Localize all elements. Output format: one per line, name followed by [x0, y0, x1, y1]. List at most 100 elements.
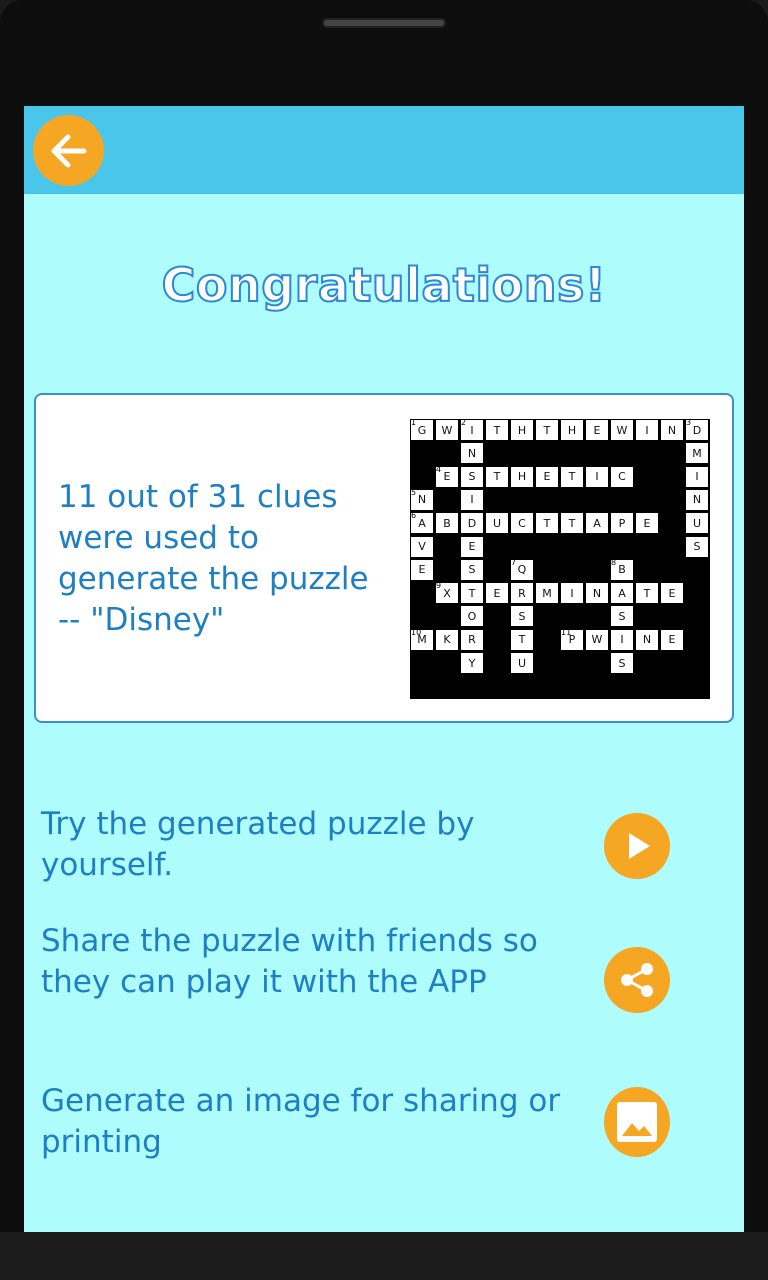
crossword-cell: E [635, 512, 659, 535]
play-button[interactable] [604, 813, 670, 879]
crossword-cell: N [585, 582, 609, 605]
crossword-cell: D [460, 512, 484, 535]
crossword-cell: H [560, 419, 584, 441]
crossword-cell: I2 [460, 418, 484, 441]
cell-letter: N [692, 493, 702, 507]
crossword-cell: I [560, 582, 584, 605]
crossword-cell: P 11 [560, 628, 584, 651]
crossword-cell: E [485, 582, 509, 605]
cell-letter: Q [517, 563, 527, 577]
crossword-cell: S [510, 605, 534, 628]
clue-number: 3 [686, 418, 692, 427]
arrow-left-icon [51, 134, 86, 167]
crossword-cell: K [435, 628, 459, 651]
cell-letter: A [618, 586, 626, 600]
clue-number: 9 [436, 581, 442, 591]
cell-letter: E [543, 470, 551, 484]
cell-letter: M [692, 446, 702, 460]
cell-letter: G [417, 423, 427, 437]
share-puzzle-text: Share the puzzle with friends so they ca… [41, 923, 538, 1000]
crossword-cell: N [460, 442, 484, 465]
cell-letter: R [518, 586, 526, 600]
cell-letter: A [418, 516, 426, 530]
crossword-cell: E4 [435, 464, 459, 488]
cell-letter: S [518, 609, 526, 623]
cell-letter: U [492, 516, 502, 530]
crossword-cell: W [610, 419, 634, 441]
clue-number: 10 [411, 627, 422, 637]
crossword-cell: S [460, 465, 484, 488]
cell-letter: O [467, 609, 477, 623]
crossword-cell: T [535, 512, 559, 535]
crossword-cell: C [510, 512, 534, 535]
cell-letter: E [643, 516, 651, 530]
cell-letter: I [620, 633, 624, 647]
app-bar [24, 106, 744, 194]
crossword-cell: U [510, 652, 534, 674]
share-icon [621, 963, 653, 997]
crossword-cell: T [560, 512, 584, 535]
image-button[interactable] [604, 1087, 670, 1157]
cell-letter: C [618, 470, 626, 484]
crossword-cell: W [435, 419, 459, 441]
cell-letter: R [468, 633, 476, 647]
app-screen: Congratulations! 11 out of 31 clues were… [24, 106, 744, 1232]
crossword-cell: E [660, 582, 684, 605]
clue-number: 4 [436, 464, 442, 474]
crossword-cell: B [435, 512, 459, 535]
crossword-cell: D3 [685, 418, 709, 441]
crossword-cell: N [660, 419, 684, 441]
back-button[interactable] [33, 115, 104, 186]
cell-letter: S [468, 470, 476, 484]
cell-letter: E [468, 540, 476, 553]
crossword-cell: E [585, 419, 609, 441]
crossword-cell: I [635, 419, 659, 441]
crossword-cell: R [510, 582, 534, 605]
image-icon [617, 1102, 657, 1142]
cell-letter: D [467, 516, 477, 530]
crossword-cell: M [535, 582, 559, 605]
clue-number: 1 [411, 418, 417, 427]
puzzle-summary-card: 11 out of 31 clues were used to generate… [34, 393, 734, 723]
cell-letter: I [695, 470, 699, 484]
bottom-bezel [0, 1232, 768, 1280]
crossword-cell: U [685, 512, 709, 535]
crossword-cell: S [610, 652, 634, 674]
crossword-cell: B8 [610, 558, 634, 581]
try-puzzle-text: Try the generated puzzle by yourself. [41, 806, 475, 883]
cell-letter: I [595, 470, 599, 484]
cell-letter: N [642, 633, 652, 647]
crossword-cell: I [610, 628, 634, 651]
crossword-cell: S [685, 535, 709, 558]
crossword-cell: R [460, 628, 484, 651]
cell-letter: T [643, 586, 651, 600]
cell-letter: U [692, 516, 702, 530]
cell-letter: E [493, 586, 501, 600]
clue-number: 6 [411, 511, 417, 521]
cell-letter: N [667, 423, 677, 437]
cell-letter: B [443, 516, 451, 530]
cell-letter: H [517, 423, 527, 437]
crossword-cell: A [610, 582, 634, 605]
clue-number: 7 [511, 557, 517, 567]
page-title: Congratulations! [161, 257, 607, 313]
cell-letter: E [668, 633, 676, 647]
cell-letter: T [568, 516, 576, 530]
cell-letter: S [468, 563, 476, 577]
cell-letter: E [668, 586, 676, 600]
cell-letter: C [518, 516, 526, 530]
crossword-cell: C [610, 465, 634, 488]
crossword-cell: X9 [435, 581, 459, 605]
speaker-grille [322, 18, 446, 28]
crossword-cell: N [635, 628, 659, 651]
crossword-cell: T [485, 465, 509, 488]
phone-frame: Congratulations! 11 out of 31 clues were… [0, 0, 768, 1280]
cell-letter: S [618, 609, 626, 623]
cell-letter: I [570, 586, 574, 600]
crossword-cell: W [585, 628, 609, 651]
crossword-cell: Q7 [510, 557, 534, 581]
share-button[interactable] [604, 947, 670, 1013]
crossword-cell: S [460, 558, 484, 581]
cell-letter: W [591, 633, 603, 647]
cell-letter: P [618, 516, 626, 530]
